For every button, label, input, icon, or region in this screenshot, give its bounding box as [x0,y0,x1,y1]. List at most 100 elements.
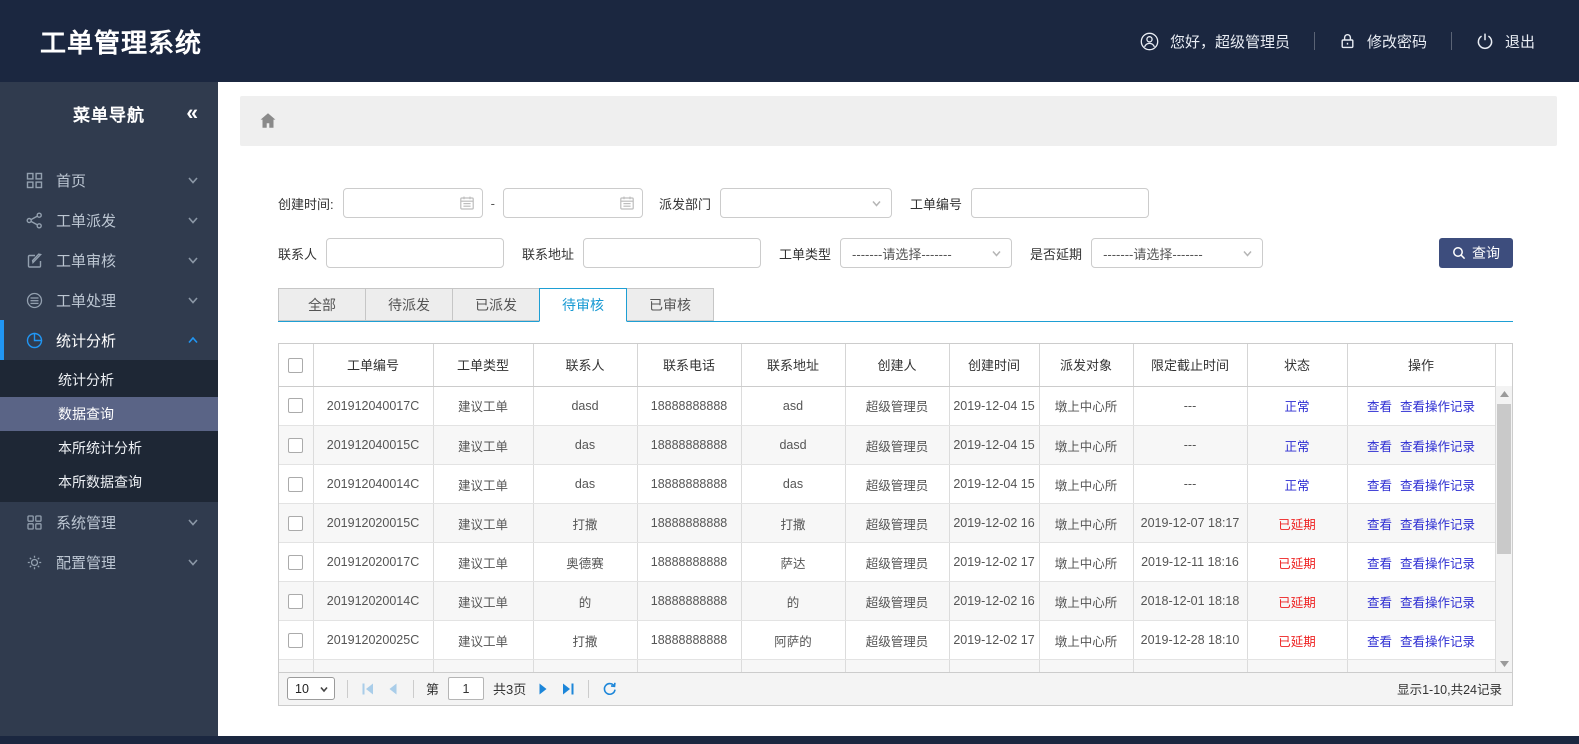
sidebar-item-dispatch[interactable]: 工单派发 [0,200,218,240]
table-scrollbar[interactable] [1495,386,1512,672]
pager-divider [588,679,590,698]
row-checkbox[interactable] [288,515,304,531]
cell-actions: 查看 查看操作记录 [1347,620,1496,660]
sidebar-item-system[interactable]: 系统管理 [0,502,218,542]
row-checkbox[interactable] [288,593,304,609]
tab-dispatched[interactable]: 已派发 [452,288,540,321]
contact-input[interactable] [326,238,505,268]
sidebar-item-statistics[interactable]: 统计分析 [0,320,218,360]
submenu-item-local-data-query[interactable]: 本所数据查询 [0,465,218,499]
cell-order-type: 建议工单 [433,581,534,621]
query-button-label: 查询 [1472,245,1500,261]
sidebar-item-label: 工单派发 [56,212,117,230]
delay-select[interactable]: -------请选择------- [1091,238,1264,268]
created-time-start-input[interactable] [342,188,483,218]
refresh-button[interactable] [601,681,617,697]
row-checkbox[interactable] [288,476,304,492]
breadcrumb [240,96,1557,146]
dispatch-dept-label: 派发部门 [658,196,711,212]
first-page-button[interactable] [360,681,376,697]
query-button[interactable]: 查询 [1439,238,1513,268]
lock-icon [1339,32,1356,50]
sidebar-item-home[interactable]: 首页 [0,160,218,200]
row-select-cell [279,620,314,660]
sidebar-item-process[interactable]: 工单处理 [0,280,218,320]
page-size-select[interactable]: 10 [287,677,335,700]
scrollbar-spacer [1495,344,1512,387]
view-log-link[interactable]: 查看操作记录 [1400,557,1475,571]
view-link[interactable]: 查看 [1367,440,1392,454]
cell-actions: 查看 查看操作记录 [1347,503,1496,543]
created-time-end-input[interactable] [502,188,643,218]
sidebar-item-review[interactable]: 工单审核 [0,240,218,280]
view-link[interactable]: 查看 [1367,557,1392,571]
view-link[interactable]: 查看 [1367,518,1392,532]
submenu-item-data-query[interactable]: 数据查询 [0,397,218,431]
collapse-sidebar-button[interactable]: « [186,103,198,124]
cell-created-time: 2019-12-02 17 [949,542,1040,582]
row-select-cell [279,581,314,621]
scroll-up-icon[interactable] [1496,386,1512,402]
view-log-link[interactable]: 查看操作记录 [1400,479,1475,493]
footer-bar [0,736,1579,744]
tab-pending-review[interactable]: 待审核 [539,288,627,322]
next-page-button[interactable] [535,681,551,697]
submenu-item-local-statistics[interactable]: 本所统计分析 [0,431,218,465]
row-checkbox[interactable] [288,632,304,648]
logout-link[interactable]: 退出 [1476,31,1535,52]
order-no-input[interactable] [971,188,1149,218]
user-icon [1140,32,1159,51]
calendar-icon[interactable] [459,195,475,211]
dispatch-dept-select[interactable] [719,188,892,218]
select-all-checkbox[interactable] [288,357,304,373]
view-log-link[interactable]: 查看操作记录 [1400,635,1475,649]
cell-dispatch-target: 墩上中心所 [1039,620,1134,660]
scrollbar-thumb[interactable] [1497,404,1511,554]
order-no-label: 工单编号 [909,196,962,212]
last-page-button[interactable] [560,681,576,697]
scroll-down-icon[interactable] [1496,656,1512,672]
view-link[interactable]: 查看 [1367,635,1392,649]
cell-deadline: --- [1133,425,1248,465]
view-log-link[interactable]: 查看操作记录 [1400,518,1475,532]
status-badge: 正常 [1284,439,1310,454]
submenu-item-statistics[interactable]: 统计分析 [0,363,218,397]
view-link[interactable]: 查看 [1367,479,1392,493]
contact-label: 联系人 [278,246,318,262]
logout-label: 退出 [1504,33,1535,51]
view-log-link[interactable]: 查看操作记录 [1400,440,1475,454]
tab-all[interactable]: 全部 [278,288,366,321]
row-checkbox[interactable] [288,398,304,414]
column-header: 状态 [1247,344,1348,387]
cell-order-type: 建议工单 [433,542,534,582]
search-form-row-2: 联系人 联系地址 工单类型 -------请选择------- 是否延期 ---… [278,238,1513,268]
status-badge: 已延期 [1278,595,1316,610]
date-range-separator: - [490,195,495,211]
tab-reviewed[interactable]: 已审核 [626,288,714,321]
status-badge: 正常 [1284,478,1310,493]
home-icon[interactable] [258,111,278,131]
page-number-input[interactable] [448,677,485,700]
chevron-down-icon [186,173,200,187]
prev-page-button[interactable] [385,681,401,697]
cell-contact: das [533,425,638,465]
view-log-link[interactable]: 查看操作记录 [1400,400,1475,414]
calendar-icon[interactable] [619,195,635,211]
address-input[interactable] [583,238,762,268]
cell-status: 已延期 [1247,581,1348,621]
view-link[interactable]: 查看 [1367,596,1392,610]
pagination-bar: 10 第 共3页 [278,672,1513,706]
table-row: 201912020025C 建议工单 打撒 18888888888 阿萨的 超级… [279,620,1512,660]
view-log-link[interactable]: 查看操作记录 [1400,596,1475,610]
view-link[interactable]: 查看 [1367,400,1392,414]
row-checkbox[interactable] [288,437,304,453]
delay-value: -------请选择------- [1103,246,1203,262]
order-type-select[interactable]: -------请选择------- [840,238,1013,268]
cell-order-type [433,659,534,672]
tab-pending-dispatch[interactable]: 待派发 [365,288,453,321]
cell-contact: dasd [533,386,638,426]
row-checkbox[interactable] [288,554,304,570]
change-password-link[interactable]: 修改密码 [1339,31,1427,52]
sidebar-item-config[interactable]: 配置管理 [0,542,218,582]
row-select-cell [279,542,314,582]
